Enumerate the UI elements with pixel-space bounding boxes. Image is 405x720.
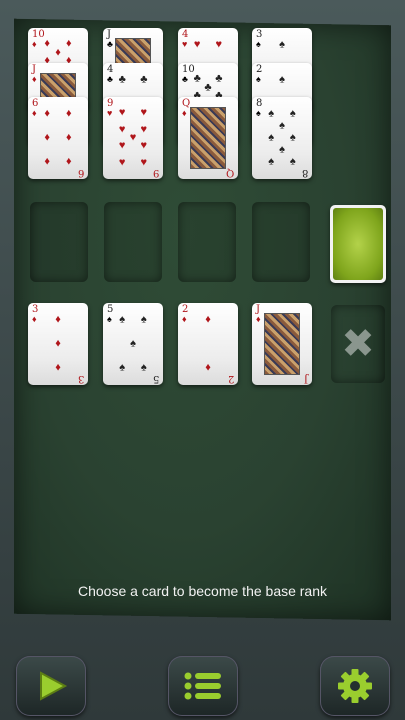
draw-deck[interactable] [330,205,386,283]
menu-list-icon [184,672,221,700]
card-suit: ♣ [107,74,113,84]
card-pips: ♦ ♦ ♦ ♦ ♦ ♦ [40,107,76,169]
card-pips: ♠ ♠ ♠ ♠ ♠ ♠ ♠ ♠ [264,107,300,169]
playing-card[interactable]: 3 ♦ 3 ♦ ♦ ♦ [28,303,88,385]
face-card-art [190,107,226,169]
empty-slot[interactable] [178,202,236,282]
playing-card[interactable]: 6 ♦ 6 ♦ ♦ ♦ ♦ ♦ ♦ [28,97,88,179]
suit-pip: ♦ [44,155,50,168]
card-rank: 6 [77,167,84,178]
suit-pip: ♦ [55,46,61,59]
suit-pip: ♣ [204,81,212,94]
suit-pip: ♦ [205,313,211,326]
suit-pip: ♦ [55,361,61,374]
suit-pip: ♠ [279,119,285,132]
card-suit: ♠ [256,74,261,84]
suit-pip: ♥ [193,38,201,51]
empty-slot[interactable] [252,202,310,282]
card-suit: ♦ [256,314,261,324]
suit-pip: ♠ [140,313,147,326]
playing-card[interactable]: 5 ♠ 5 ♠ ♠ ♠ ♠ ♠ [103,303,163,385]
suit-pip: ♦ [55,313,61,326]
suit-pip: ♠ [289,107,296,120]
suit-pip: ♥ [140,123,148,136]
card-rank: 9 [152,167,159,178]
card-rank: 3 [77,373,84,384]
card-pips: ♥ ♥ ♥ ♥ ♥ ♥ ♥ ♥ ♥ [115,107,151,169]
card-suit: ♣ [182,74,188,84]
suit-pip: ♥ [140,156,148,169]
suit-pip: ♠ [268,107,275,120]
card-suit: ♠ [256,108,261,118]
card-suit: ♦ [32,74,37,84]
suit-pip: ♠ [268,131,275,144]
suit-pip: ♣ [140,73,148,86]
suit-pip: ♦ [65,37,72,50]
suit-pip: ♠ [119,361,126,374]
card-suit: ♦ [32,314,37,324]
play-button[interactable] [16,656,86,716]
card-suit: ♠ [256,39,261,49]
card-pips: ♦ ♦ [190,313,226,375]
card-suit: ♦ [182,108,187,118]
card-pips: ♦ ♦ ♦ [40,313,76,375]
suit-pip: ♠ [130,337,136,350]
suit-pip: ♠ [289,131,296,144]
gear-icon [338,669,372,703]
suit-pip: ♦ [205,361,211,374]
discard-cross-icon[interactable]: ✖ [331,305,385,383]
face-card-art [264,313,300,375]
suit-pip: ♦ [65,131,72,144]
playing-card[interactable]: 9 ♥ 9 ♥ ♥ ♥ ♥ ♥ ♥ ♥ ♥ ♥ [103,97,163,179]
suit-pip: ♦ [44,131,50,144]
card-suit: ♥ [182,39,188,49]
card-pips: ♠ ♠ ♠ ♠ ♠ [115,313,151,375]
suit-pip: ♣ [118,73,126,86]
suit-pip: ♦ [44,107,50,120]
playing-card[interactable]: Q ♦ Q [178,97,238,179]
suit-pip: ♠ [119,313,126,326]
playing-card[interactable]: 8 ♠ 8 ♠ ♠ ♠ ♠ ♠ ♠ ♠ ♠ [252,97,312,179]
empty-slot[interactable] [104,202,162,282]
suit-pip: ♥ [118,139,126,152]
card-rank: 5 [152,373,159,384]
suit-pip: ♠ [279,73,285,86]
suit-pip: ♠ [268,155,275,168]
suit-pip: ♦ [44,37,50,50]
suit-pip: ♥ [118,123,126,136]
suit-pip: ♠ [140,361,147,374]
menu-button[interactable] [168,656,238,716]
playing-card[interactable]: 2 ♦ 2 ♦ ♦ [178,303,238,385]
suit-pip: ♣ [215,72,223,85]
card-suit: ♦ [32,108,37,118]
suit-pip: ♥ [118,156,126,169]
card-suit: ♦ [32,39,37,49]
suit-pip: ♥ [140,139,148,152]
card-suit: ♦ [182,314,187,324]
card-rank: 2 [227,373,234,384]
suit-pip: ♥ [118,106,126,119]
card-rank: Q [225,167,234,178]
suit-pip: ♥ [129,131,137,144]
empty-slot[interactable] [30,202,88,282]
suit-pip: ♦ [65,107,72,120]
suit-pip: ♥ [140,106,148,119]
status-message: Choose a card to become the base rank [77,583,328,599]
card-rank: 8 [301,167,308,178]
suit-pip: ♠ [279,38,285,51]
card-back [333,208,383,280]
suit-pip: ♠ [279,143,285,156]
card-suit: ♥ [107,108,113,118]
play-icon [40,671,68,701]
card-suit: ♣ [107,39,113,49]
card-suit: ♠ [107,314,112,324]
card-rank: J [303,373,308,384]
suit-pip: ♠ [289,155,296,168]
suit-pip: ♣ [193,72,201,85]
suit-pip: ♦ [65,155,72,168]
playing-card[interactable]: J♦J [252,303,312,385]
suit-pip: ♥ [215,38,223,51]
settings-button[interactable] [320,656,390,716]
suit-pip: ♦ [55,337,61,350]
